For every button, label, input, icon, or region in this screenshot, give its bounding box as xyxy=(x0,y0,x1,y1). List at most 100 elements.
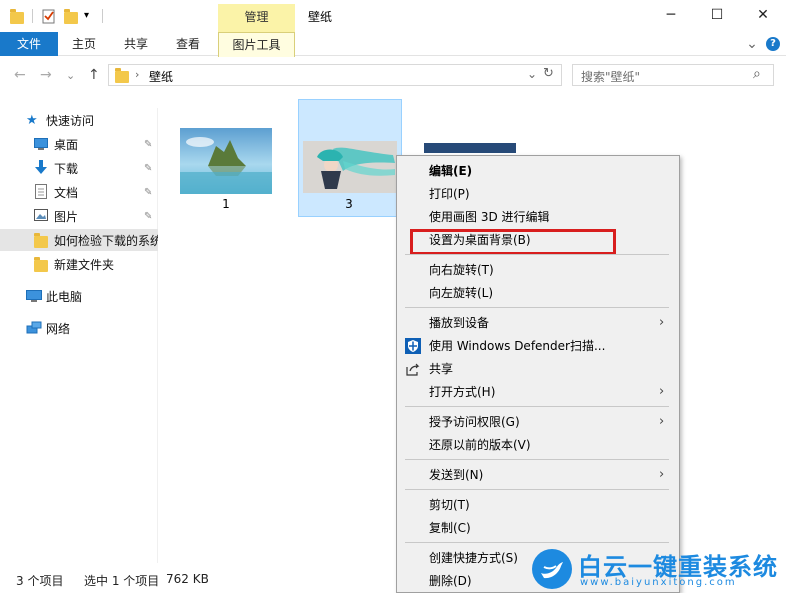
menu-item-rotate-left[interactable]: 向左旋转(L) xyxy=(397,282,679,304)
sidebar-item-desktop[interactable]: 桌面 ✎ xyxy=(0,133,158,155)
refresh-icon[interactable]: ↻ xyxy=(543,66,554,81)
menu-item-defender-scan[interactable]: 使用 Windows Defender扫描... xyxy=(397,335,679,357)
address-path: 壁纸 xyxy=(149,70,174,84)
maximize-button[interactable]: ☐ xyxy=(694,0,740,30)
tab-file[interactable]: 文件 xyxy=(0,32,58,56)
menu-label: 共享 xyxy=(429,362,454,376)
sidebar-item-quick-access[interactable]: ★ 快速访问 xyxy=(0,109,158,131)
forward-arrow-icon[interactable]: → xyxy=(40,67,52,83)
chevron-right-icon: › xyxy=(659,384,665,399)
menu-label: 还原以前的版本(V) xyxy=(429,438,531,452)
sidebar-label: 下载 xyxy=(54,161,79,176)
menu-label: 发送到(N) xyxy=(429,468,484,482)
menu-label: 删除(D) xyxy=(429,574,472,588)
divider xyxy=(102,9,103,23)
sidebar-label: 快速访问 xyxy=(46,113,95,128)
search-input[interactable]: 搜索"壁纸" ⌕ xyxy=(572,64,774,86)
title-bar: ▾ 管理 壁纸 ─ ☐ ✕ xyxy=(0,0,786,32)
sidebar-item-network[interactable]: 网络 xyxy=(0,317,158,339)
chevron-right-icon: › xyxy=(659,315,665,330)
menu-divider xyxy=(405,459,669,460)
menu-label: 使用 Windows Defender扫描... xyxy=(429,339,606,353)
pin-icon: ✎ xyxy=(144,210,153,222)
address-bar[interactable]: › 壁纸 ⌄ ↻ xyxy=(108,64,562,86)
menu-label: 播放到设备 xyxy=(429,316,490,330)
menu-divider xyxy=(405,542,669,543)
menu-label: 创建快捷方式(S) xyxy=(429,551,518,565)
star-icon: ★ xyxy=(26,113,38,128)
sidebar-item-documents[interactable]: 文档 ✎ xyxy=(0,181,158,203)
selected-count: 选中 1 个项目 xyxy=(84,574,160,588)
chevron-right-icon: › xyxy=(659,467,665,482)
properties-icon[interactable] xyxy=(42,8,56,24)
navigation-pane: ★ 快速访问 桌面 ✎ 下载 ✎ 文档 ✎ 图片 ✎ 如何检验下载的系统 新建文… xyxy=(0,108,158,563)
menu-item-rotate-right[interactable]: 向右旋转(T) xyxy=(397,259,679,281)
address-row: ← → ⌄ ↑ › 壁纸 ⌄ ↻ 搜索"壁纸" ⌕ xyxy=(0,57,786,93)
menu-item-open-with[interactable]: 打开方式(H) › xyxy=(397,381,679,403)
pin-icon: ✎ xyxy=(144,138,153,150)
menu-item-edit[interactable]: 编辑(E) xyxy=(397,160,679,182)
document-icon xyxy=(35,184,49,199)
selected-size: 762 KB xyxy=(166,572,209,586)
sidebar-item-downloads[interactable]: 下载 ✎ xyxy=(0,157,158,179)
close-button[interactable]: ✕ xyxy=(740,0,786,30)
recent-locations-icon[interactable]: ⌄ xyxy=(66,69,75,82)
file-thumbnail-3[interactable] xyxy=(303,141,397,196)
pin-icon: ✎ xyxy=(144,162,153,174)
file-thumbnail-partial[interactable] xyxy=(424,142,516,156)
sidebar-label: 如何检验下载的系统 xyxy=(54,233,158,248)
sidebar-item-how-to-verify[interactable]: 如何检验下载的系统 xyxy=(0,229,158,251)
sidebar-item-new-folder[interactable]: 新建文件夹 xyxy=(0,253,158,275)
collapse-ribbon-icon[interactable]: ⌄ xyxy=(744,32,760,56)
watermark: 白云一键重装系统 www.baiyunxitong.com xyxy=(524,545,786,593)
folder-icon xyxy=(10,9,24,24)
bird-logo-icon xyxy=(532,549,572,589)
menu-label: 授予访问权限(G) xyxy=(429,415,520,429)
menu-item-share[interactable]: 共享 xyxy=(397,358,679,380)
tab-picture-tools[interactable]: 图片工具 xyxy=(218,32,295,57)
file-thumbnail-1[interactable] xyxy=(180,128,272,197)
window-title: 壁纸 xyxy=(308,10,333,24)
search-icon[interactable]: ⌕ xyxy=(753,66,761,82)
menu-item-edit-paint3d[interactable]: 使用画图 3D 进行编辑 xyxy=(397,206,679,228)
network-icon xyxy=(26,321,42,334)
menu-item-cast-to-device[interactable]: 播放到设备 › xyxy=(397,312,679,334)
back-arrow-icon[interactable]: ← xyxy=(14,67,26,83)
minimize-button[interactable]: ─ xyxy=(648,0,694,30)
tab-view[interactable]: 查看 xyxy=(168,32,208,56)
menu-divider xyxy=(405,254,669,255)
tab-share[interactable]: 共享 xyxy=(116,32,156,56)
menu-divider xyxy=(405,307,669,308)
tab-home[interactable]: 主页 xyxy=(64,32,104,56)
sidebar-item-pictures[interactable]: 图片 ✎ xyxy=(0,205,158,227)
menu-item-restore-versions[interactable]: 还原以前的版本(V) xyxy=(397,434,679,456)
chevron-right-icon: › xyxy=(659,414,665,429)
menu-item-give-access[interactable]: 授予访问权限(G) › xyxy=(397,411,679,433)
new-folder-icon[interactable] xyxy=(64,9,78,24)
item-count: 3 个项目 xyxy=(16,574,64,588)
sidebar-item-this-pc[interactable]: 此电脑 xyxy=(0,285,158,307)
sidebar-label: 文档 xyxy=(54,185,79,200)
menu-label: 打印(P) xyxy=(429,187,470,201)
folder-icon xyxy=(115,68,129,83)
menu-item-send-to[interactable]: 发送到(N) › xyxy=(397,464,679,486)
address-dropdown-icon[interactable]: ⌄ xyxy=(527,67,537,81)
menu-item-cut[interactable]: 剪切(T) xyxy=(397,494,679,516)
landscape-image-icon xyxy=(180,128,272,194)
menu-divider xyxy=(405,406,669,407)
divider xyxy=(32,9,33,23)
sidebar-label: 此电脑 xyxy=(46,289,83,304)
menu-item-copy[interactable]: 复制(C) xyxy=(397,517,679,539)
menu-label: 剪切(T) xyxy=(429,498,470,512)
customize-quick-access-icon[interactable]: ▾ xyxy=(84,10,98,26)
manage-tab-header[interactable]: 管理 xyxy=(218,4,295,32)
up-arrow-icon[interactable]: ↑ xyxy=(88,67,100,83)
sidebar-label: 新建文件夹 xyxy=(54,257,115,272)
menu-item-print[interactable]: 打印(P) xyxy=(397,183,679,205)
picture-icon xyxy=(34,209,48,222)
desktop-icon xyxy=(34,138,48,151)
night-image-icon xyxy=(424,143,516,153)
help-icon[interactable]: ? xyxy=(766,37,780,51)
watermark-url: www.baiyunxitong.com xyxy=(580,577,737,588)
sidebar-label: 网络 xyxy=(46,321,71,336)
